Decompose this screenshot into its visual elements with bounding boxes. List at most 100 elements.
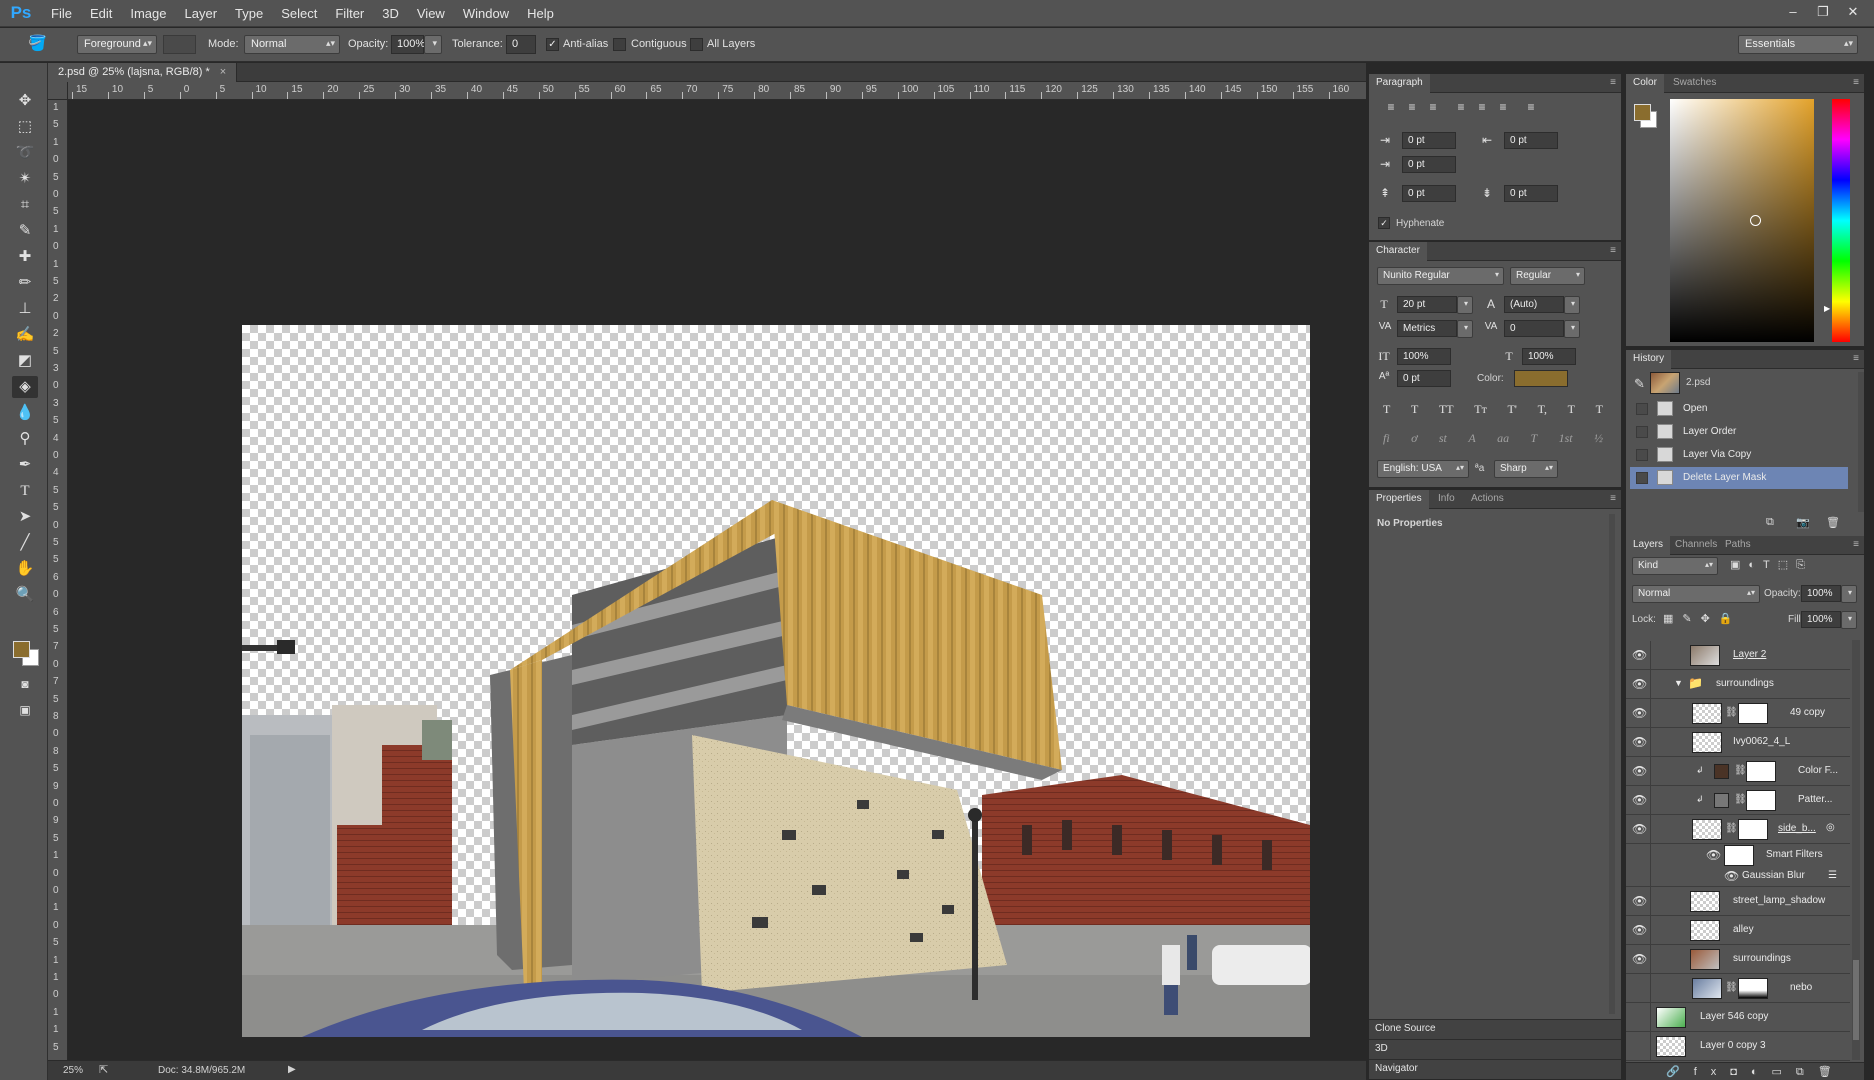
pen-tool-icon[interactable]: ✒ [12, 454, 38, 476]
healing-brush-tool-icon[interactable]: ✚ [12, 246, 38, 268]
history-item[interactable]: Open [1630, 398, 1848, 420]
horizontal-scale-field[interactable]: 100% [1522, 348, 1576, 365]
tab-info[interactable]: Info [1431, 490, 1462, 509]
panel-menu-icon[interactable]: ≡ [1610, 77, 1616, 88]
layer-mask-thumbnail[interactable] [1738, 819, 1768, 840]
document-canvas[interactable] [242, 325, 1310, 1037]
panel-menu-icon[interactable]: ≡ [1853, 539, 1859, 550]
vertical-scale-field[interactable]: 100% [1397, 348, 1451, 365]
layer-row[interactable]: 👁 Layer 546 copy [1626, 1003, 1850, 1032]
new-snapshot-icon[interactable]: 📷 [1796, 516, 1810, 529]
chain-link-icon[interactable]: ⛓ [1734, 765, 1747, 776]
lock-icons[interactable]: ▦✎✥🔒 [1663, 612, 1742, 625]
layer-row[interactable]: 👁 street_lamp_shadow [1626, 887, 1850, 916]
tab-history[interactable]: History [1626, 350, 1672, 369]
tab-paragraph[interactable]: Paragraph [1369, 74, 1430, 93]
menu-3d[interactable]: 3D [373, 0, 408, 27]
opentype-feature-button[interactable]: ½ [1594, 431, 1603, 449]
blend-mode-dropdown[interactable]: Normal ▴▾ [1632, 585, 1760, 603]
opentype-feature-button[interactable]: aa [1497, 431, 1509, 449]
filter-row[interactable]: 👁 Gaussian Blur ☰ [1626, 866, 1850, 887]
status-menu-arrow-icon[interactable]: ▶ [288, 1064, 296, 1075]
history-item-selected[interactable]: Delete Layer Mask [1630, 467, 1848, 489]
opentype-feature-button[interactable]: st [1439, 431, 1447, 449]
brush-tool-icon[interactable]: ✏ [12, 272, 38, 294]
canvas-area[interactable] [68, 100, 1366, 1060]
layer-row[interactable]: 👁 ↲ ⛓ Patter... [1626, 786, 1850, 815]
font-family-dropdown[interactable]: Nunito Regular ▾ [1377, 267, 1504, 285]
layer-filter-kind-dropdown[interactable]: Kind ▴▾ [1632, 557, 1718, 575]
magic-wand-tool-icon[interactable]: ✴ [12, 168, 38, 190]
text-color-swatch[interactable] [1514, 370, 1568, 387]
eyedropper-tool-icon[interactable]: ✎ [12, 220, 38, 242]
layers-footer-icons[interactable]: 🔗fx◘◐▭⧉🗑 [1626, 1062, 1864, 1080]
layer-row[interactable]: 👁 Layer 0 copy 3 [1626, 1032, 1850, 1061]
layer-row[interactable]: 👁 Layer 2 [1626, 641, 1850, 670]
history-item[interactable]: Layer Via Copy [1630, 444, 1848, 466]
path-selection-tool-icon[interactable]: ➤ [12, 506, 38, 528]
document-tab[interactable]: 2.psd @ 25% (lajsna, RGB/8) * × [48, 63, 238, 82]
hue-slider-arrow-icon[interactable]: ▶ [1824, 304, 1830, 313]
align-right-icon[interactable]: ≡ [1425, 100, 1441, 114]
font-style-dropdown[interactable]: Regular ▾ [1510, 267, 1585, 285]
eye-icon[interactable]: 👁 [1632, 895, 1648, 907]
blur-tool-icon[interactable]: 💧 [12, 402, 38, 424]
layer-row[interactable]: 👁 ⛓ side_b... ◎ [1626, 815, 1850, 844]
screen-mode-icon[interactable]: ▣ [12, 699, 38, 721]
language-dropdown[interactable]: English: USA ▴▾ [1377, 460, 1469, 478]
layer-mask-thumbnail[interactable] [1746, 790, 1776, 811]
indent-left-field[interactable]: 0 pt [1402, 132, 1456, 149]
contiguous-checkbox[interactable] [613, 38, 626, 51]
layer-row[interactable]: 👁 ⛓ nebo [1626, 974, 1850, 1003]
chain-link-icon[interactable]: ⛓ [1725, 982, 1738, 993]
panel-menu-icon[interactable]: ≡ [1610, 245, 1616, 256]
clone-stamp-tool-icon[interactable]: ⊥ [12, 298, 38, 320]
layer-row[interactable]: 👁 alley [1626, 916, 1850, 945]
indent-first-line-field[interactable]: 0 pt [1402, 156, 1456, 173]
fill-field[interactable]: 100% [1801, 611, 1841, 628]
space-after-field[interactable]: 0 pt [1504, 185, 1558, 202]
layer-mask-thumbnail[interactable] [1738, 978, 1768, 999]
type-style-button[interactable]: Tт [1474, 402, 1487, 420]
opentype-feature-button[interactable]: T [1530, 431, 1537, 449]
leading-dropdown[interactable]: ▾ [1564, 296, 1580, 314]
eye-icon[interactable]: 👁 [1632, 953, 1648, 965]
antialias-method-dropdown[interactable]: Sharp ▴▾ [1494, 460, 1558, 478]
menu-layer[interactable]: Layer [176, 0, 227, 27]
restore-button[interactable]: ❐ [1808, 0, 1838, 27]
paint-bucket-icon[interactable]: 🪣 [28, 34, 58, 56]
panel-menu-icon[interactable]: ≡ [1610, 493, 1616, 504]
chain-link-icon[interactable]: ⛓ [1734, 794, 1747, 805]
eye-icon[interactable]: 👁 [1632, 823, 1648, 835]
group-expand-icon[interactable]: ▼ [1674, 678, 1683, 688]
history-brush-source-icon[interactable]: ✎ [1634, 376, 1645, 392]
opentype-feature-button[interactable]: fi [1383, 431, 1390, 449]
panel-menu-icon[interactable]: ≡ [1853, 77, 1859, 88]
color-fill-swatch[interactable] [1714, 764, 1729, 779]
opacity-dropdown[interactable]: ▾ [424, 35, 442, 54]
layer-name[interactable]: Gaussian Blur [1742, 870, 1805, 881]
tab-layers[interactable]: Layers [1626, 536, 1671, 555]
layer-opacity-dropdown[interactable]: ▾ [1841, 585, 1857, 603]
align-center-icon[interactable]: ≡ [1404, 100, 1420, 114]
kerning-field[interactable]: Metrics [1397, 320, 1457, 337]
layer-name[interactable]: Color F... [1798, 765, 1838, 776]
layer-row[interactable]: 👁 ↲ ⛓ Color F... [1626, 757, 1850, 786]
layer-name[interactable]: alley [1733, 924, 1754, 935]
menu-file[interactable]: File [42, 0, 81, 27]
type-style-button[interactable]: T [1383, 402, 1390, 420]
layer-name[interactable]: Layer 2 [1733, 649, 1766, 660]
indent-right-field[interactable]: 0 pt [1504, 132, 1558, 149]
foreground-color-swatch[interactable] [13, 641, 30, 658]
delete-state-icon[interactable]: 🗑 [1826, 516, 1840, 529]
layer-name[interactable]: Patter... [1798, 794, 1832, 805]
eye-icon[interactable]: 👁 [1632, 794, 1648, 806]
quick-mask-icon[interactable]: ◙ [12, 673, 38, 695]
layer-row[interactable]: 👁 ⛓ 49 copy [1626, 699, 1850, 728]
type-tool-icon[interactable]: T [12, 480, 38, 502]
type-style-button[interactable]: T [1596, 402, 1603, 420]
tab-color[interactable]: Color [1626, 74, 1664, 93]
pattern-picker[interactable] [163, 35, 196, 54]
layer-name[interactable]: Layer 546 copy [1700, 1011, 1768, 1022]
space-before-field[interactable]: 0 pt [1402, 185, 1456, 202]
